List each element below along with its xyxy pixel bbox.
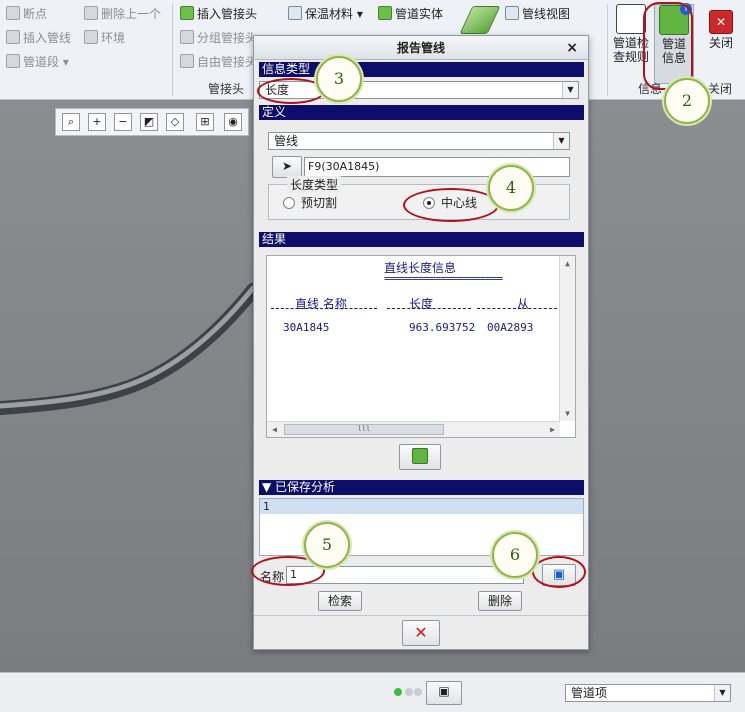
pipe-segment-icon	[6, 54, 20, 68]
section-results: 结果	[259, 232, 584, 247]
results-horizontal-scrollbar[interactable]: ◀ lll ▶	[267, 421, 560, 437]
pipe-solid-button[interactable]: 管道实体	[378, 4, 443, 24]
close-button[interactable]: ✕ 关闭	[702, 4, 740, 50]
chevron-down-icon: ▼	[562, 82, 578, 98]
fitting-icon	[180, 6, 194, 20]
cancel-button[interactable]: ✕	[402, 620, 440, 646]
annotation-ring-info-type	[257, 78, 325, 104]
pipe-info-icon	[412, 448, 428, 464]
break-button[interactable]: 断点	[6, 4, 47, 24]
group-label-fitting: 管接头	[208, 82, 245, 96]
scroll-left-icon[interactable]: ◀	[267, 422, 282, 437]
free-fitting-icon	[180, 54, 194, 68]
camera-icon[interactable]: ◉	[224, 113, 242, 131]
column-header-length: 长度	[409, 297, 434, 311]
scroll-thumb[interactable]: lll	[284, 424, 444, 435]
zoom-out-icon[interactable]: −	[114, 113, 132, 131]
pipe-solid-icon	[378, 6, 392, 20]
definition-select[interactable]: 管线 ▼	[268, 132, 570, 150]
delete-icon	[84, 6, 98, 20]
status-bar: ▣ 管道项 ▼	[0, 672, 745, 712]
checklist-icon	[616, 4, 646, 34]
section-info-type: 信息类型	[259, 62, 584, 77]
close-x-icon: ✕	[414, 623, 428, 642]
delete-previous-button[interactable]: 删除上一个	[84, 4, 161, 24]
section-saved-analysis: ▼ 已保存分析	[259, 480, 584, 495]
select-pointer-button[interactable]: ➤	[272, 156, 302, 178]
insert-pipeline-icon	[6, 30, 20, 44]
zoom-in-icon[interactable]: +	[88, 113, 106, 131]
insulation-button[interactable]: 保温材料 ▾	[288, 4, 363, 24]
close-icon: ✕	[709, 10, 733, 34]
cursor-arrow-icon: ➤	[281, 159, 293, 173]
column-header-from: 从	[517, 297, 530, 311]
view-orient-icon[interactable]: ◇	[166, 113, 184, 131]
environment-button[interactable]: 环境	[84, 28, 125, 48]
annotation-ring-centerline	[403, 188, 499, 222]
callout-2: 2	[664, 78, 710, 124]
view-toolbar: ⌕ + − ◩ ◇ ⊞ ◉	[55, 108, 249, 136]
dialog-close-icon[interactable]: ×	[566, 36, 578, 60]
results-vertical-scrollbar[interactable]: ▲ ▼	[559, 256, 575, 421]
scroll-up-icon[interactable]: ▲	[560, 256, 575, 271]
environment-icon	[84, 30, 98, 44]
delete-button[interactable]: 删除	[478, 591, 522, 611]
chevron-down-icon: ▼	[553, 133, 569, 149]
pipe-diagonal-icon[interactable]	[459, 6, 501, 34]
zoom-fit-icon[interactable]: ⌕	[62, 113, 80, 131]
results-panel[interactable]: 直线长度信息 ===================== 直线 名称 长度 从 …	[266, 255, 576, 438]
repaint-icon[interactable]: ◩	[140, 113, 158, 131]
scroll-down-icon[interactable]: ▼	[560, 406, 575, 421]
break-icon	[6, 6, 20, 20]
group-label-close: 关闭	[708, 82, 733, 96]
callout-3: 3	[316, 56, 362, 102]
selection-filter-select[interactable]: 管道项 ▼	[565, 684, 731, 702]
column-header-name: 直线 名称	[295, 297, 347, 311]
insulation-icon	[288, 6, 302, 20]
callout-6: 6	[492, 532, 538, 578]
dialog-title-bar: 报告管线 ×	[254, 36, 588, 60]
pipeline-view-button[interactable]: 管线视图	[505, 4, 570, 24]
pipeline-view-icon	[505, 6, 519, 20]
annotation-ring-save	[532, 556, 586, 588]
insert-pipeline-button[interactable]: 插入管线	[6, 28, 71, 48]
group-fitting-button[interactable]: 分组管接头	[180, 28, 257, 48]
find-binoculars-button[interactable]: ▣	[426, 681, 462, 705]
pipe-info-report-button[interactable]	[399, 444, 441, 470]
insert-fitting-button[interactable]: 插入管接头	[180, 4, 257, 24]
section-definition: 定义	[259, 105, 584, 120]
callout-5: 5	[304, 522, 350, 568]
status-indicator-icon	[394, 688, 402, 696]
binoculars-icon: ▣	[438, 684, 450, 698]
chevron-down-icon: ▼	[714, 685, 730, 701]
pipe-segment-button[interactable]: 管道段 ▾	[6, 52, 69, 72]
annotation-ring-pipe-info	[643, 2, 693, 90]
scroll-right-icon[interactable]: ▶	[545, 422, 560, 437]
group-fitting-icon	[180, 30, 194, 44]
retrieve-button[interactable]: 检索	[318, 591, 362, 611]
callout-4: 4	[488, 165, 534, 211]
radio-precut[interactable]: 预切割	[283, 196, 337, 210]
radio-precut-icon	[283, 197, 295, 209]
free-fitting-button[interactable]: 自由管接头	[180, 52, 257, 72]
list-item[interactable]: 1	[260, 499, 583, 514]
annotation-display-icon[interactable]: ⊞	[196, 113, 214, 131]
selection-field[interactable]: F9(30A1845)	[304, 157, 570, 177]
